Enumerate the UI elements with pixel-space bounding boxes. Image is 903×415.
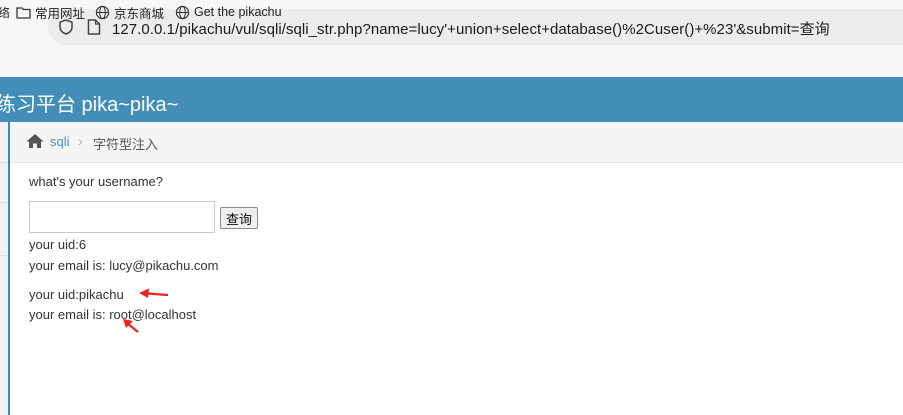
site-title[interactable]: 练习平台 pika~pika~	[0, 88, 178, 117]
bookmark-pikachu[interactable]: Get the pikachu	[175, 2, 282, 22]
sidebar	[0, 122, 10, 415]
result-email: your email is: lucy@pikachu.com	[29, 258, 219, 273]
query-button[interactable]: 查询	[220, 207, 258, 229]
bookmark-jd[interactable]: 京东商城	[95, 2, 164, 22]
annotation-arrow-icon	[139, 288, 169, 298]
breadcrumb-current: 字符型注入	[93, 137, 159, 152]
bookmarks-bar	[0, 52, 903, 78]
bookmark-label: 京东商城	[114, 6, 165, 21]
username-prompt: what's your username?	[29, 174, 163, 189]
breadcrumb-separator: ›	[78, 133, 83, 149]
sidebar-divider	[0, 162, 8, 163]
globe-icon	[95, 5, 110, 19]
result-uid: your uid:6	[29, 237, 87, 252]
result-uid: your uid:pikachu	[29, 287, 124, 302]
sidebar-divider	[0, 255, 8, 256]
result-email: your email is: root@localhost	[29, 307, 197, 322]
sidebar-divider	[0, 202, 8, 203]
folder-icon	[16, 6, 31, 19]
bookmark-label: 常用网址	[35, 6, 86, 21]
globe-icon	[175, 5, 190, 19]
username-input[interactable]	[29, 201, 215, 233]
breadcrumb-link-sqli[interactable]: sqli	[50, 134, 70, 149]
bookmark-common-sites[interactable]: 常用网址	[16, 2, 85, 22]
bookmark-partial[interactable]: 络	[0, 2, 10, 22]
bookmark-label: Get the pikachu	[194, 5, 282, 19]
annotation-arrow-icon	[123, 319, 139, 333]
home-icon[interactable]	[26, 133, 44, 149]
